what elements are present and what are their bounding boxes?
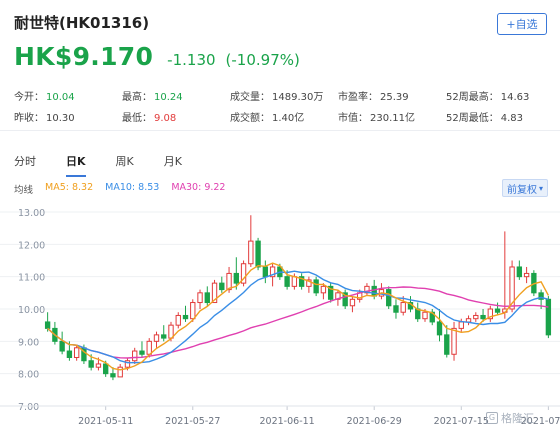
stat-prev-close: 昨收： 10.30 — [14, 113, 75, 124]
divider — [0, 130, 560, 131]
watermark-text: 格隆汇 — [501, 412, 534, 425]
price-row: HK$9.170 -1.130 (-10.97%) — [14, 42, 300, 71]
candle-body — [233, 272, 239, 284]
x-tick-label: 2021-05-27 — [165, 416, 220, 427]
candle-body — [117, 366, 123, 378]
tab-monthly-k[interactable]: 月K — [164, 153, 182, 177]
candle-body — [451, 327, 457, 355]
candle-body — [204, 292, 210, 304]
y-tick-label: 7.00 — [18, 402, 39, 413]
candle-body — [182, 314, 189, 320]
stat-pe: 市盈率： 25.39 — [338, 92, 409, 103]
stat-high: 最高： 10.24 — [122, 92, 183, 103]
candle-body — [320, 285, 327, 294]
candle-body — [400, 302, 406, 313]
x-tick-label: 2021-05-11 — [78, 416, 133, 427]
candle-body — [95, 363, 102, 368]
stat-turnover: 成交额： 1.40亿 — [230, 113, 305, 124]
candle-body — [262, 266, 269, 278]
candle-body — [516, 266, 523, 278]
candle-body — [465, 318, 472, 323]
y-tick-label: 12.00 — [18, 240, 45, 251]
tab-weekly-k[interactable]: 周K — [116, 153, 134, 177]
stock-title: 耐世特(HK01316) — [14, 14, 150, 32]
ma-legend-label: 均线 — [14, 185, 34, 196]
candle-body — [545, 298, 552, 336]
candle-body — [219, 282, 225, 291]
candle-body — [59, 340, 65, 352]
candle-body — [480, 314, 486, 320]
stat-low: 最低： 9.08 — [122, 113, 177, 124]
candle-body — [371, 285, 377, 297]
candle-body — [436, 321, 443, 336]
candle-body — [132, 350, 138, 362]
candle-body — [494, 308, 501, 313]
candle-body — [66, 350, 73, 359]
candle-body — [73, 347, 80, 359]
ma30-legend: MA30: 9.22 — [171, 182, 226, 193]
candle-body — [248, 240, 254, 265]
logo-icon: G — [486, 412, 498, 424]
candle-body — [422, 311, 428, 320]
stat-52w-low: 52周最低： 4.83 — [446, 113, 523, 124]
period-tabs: 分时 日K 周K 月K — [14, 153, 212, 177]
candle-body — [139, 350, 145, 355]
tab-daily-k[interactable]: 日K — [66, 153, 86, 177]
add-watchlist-button[interactable]: +自选 — [497, 13, 547, 35]
candle-body — [291, 276, 298, 287]
candle-body — [284, 276, 290, 287]
candle-body — [473, 314, 479, 320]
candle-body — [255, 240, 261, 268]
stat-52w-high: 52周最高： 14.63 — [446, 92, 530, 103]
candle-body — [153, 334, 160, 342]
ma10-legend: MA10: 8.53 — [105, 182, 160, 193]
candlestick-chart[interactable]: 13.00 12.00 11.00 10.00 9.00 8.00 7.00 2021-05-… — [0, 200, 560, 436]
candle-body — [146, 340, 152, 355]
y-tick-label: 8.00 — [18, 370, 39, 381]
candle-body — [44, 321, 51, 329]
candle-body — [444, 334, 450, 355]
candle-body — [458, 321, 464, 329]
watermark: G 格隆汇 — [486, 410, 534, 426]
candle-body — [226, 272, 232, 291]
price-change-percent: (-10.97%) — [225, 51, 300, 69]
candle-body — [175, 314, 181, 326]
x-tick-label: 2021-06-11 — [260, 416, 315, 427]
ma5-legend: MA5: 8.32 — [45, 182, 94, 193]
x-tick-label: 2021-07-15 — [434, 416, 489, 427]
candle-body — [103, 363, 109, 375]
candle-body — [393, 305, 399, 313]
candle-body — [161, 334, 167, 339]
x-tick-label: 2021-06-29 — [347, 416, 402, 427]
candle-body — [190, 302, 196, 320]
stat-volume: 成交量： 1489.30万 — [230, 92, 324, 103]
candle-body — [523, 272, 530, 278]
price-change: -1.130 — [167, 51, 216, 69]
tab-intraday[interactable]: 分时 — [14, 153, 36, 177]
y-tick-label: 10.00 — [18, 305, 45, 316]
stat-market-cap: 市值： 230.11亿 — [338, 113, 415, 124]
chevron-down-icon: ▾ — [538, 183, 543, 193]
candle-body — [197, 292, 203, 304]
current-price: HK$9.170 — [14, 42, 154, 71]
ma-legend: 均线 MA5: 8.32 MA10: 8.53 MA30: 9.22 — [14, 182, 237, 196]
y-tick-label: 9.00 — [18, 337, 39, 348]
candle-body — [110, 373, 116, 378]
y-tick-label: 11.00 — [18, 273, 45, 284]
stat-open: 今开： 10.04 — [14, 92, 75, 103]
price-adjust-dropdown[interactable]: 前复权 ▾ — [502, 179, 548, 197]
y-tick-label: 13.00 — [18, 208, 45, 219]
candle-body — [88, 360, 94, 368]
candle-body — [313, 279, 319, 294]
price-adjust-label: 前复权 — [506, 184, 537, 196]
candle-body — [349, 298, 356, 307]
candle-body — [386, 289, 392, 307]
